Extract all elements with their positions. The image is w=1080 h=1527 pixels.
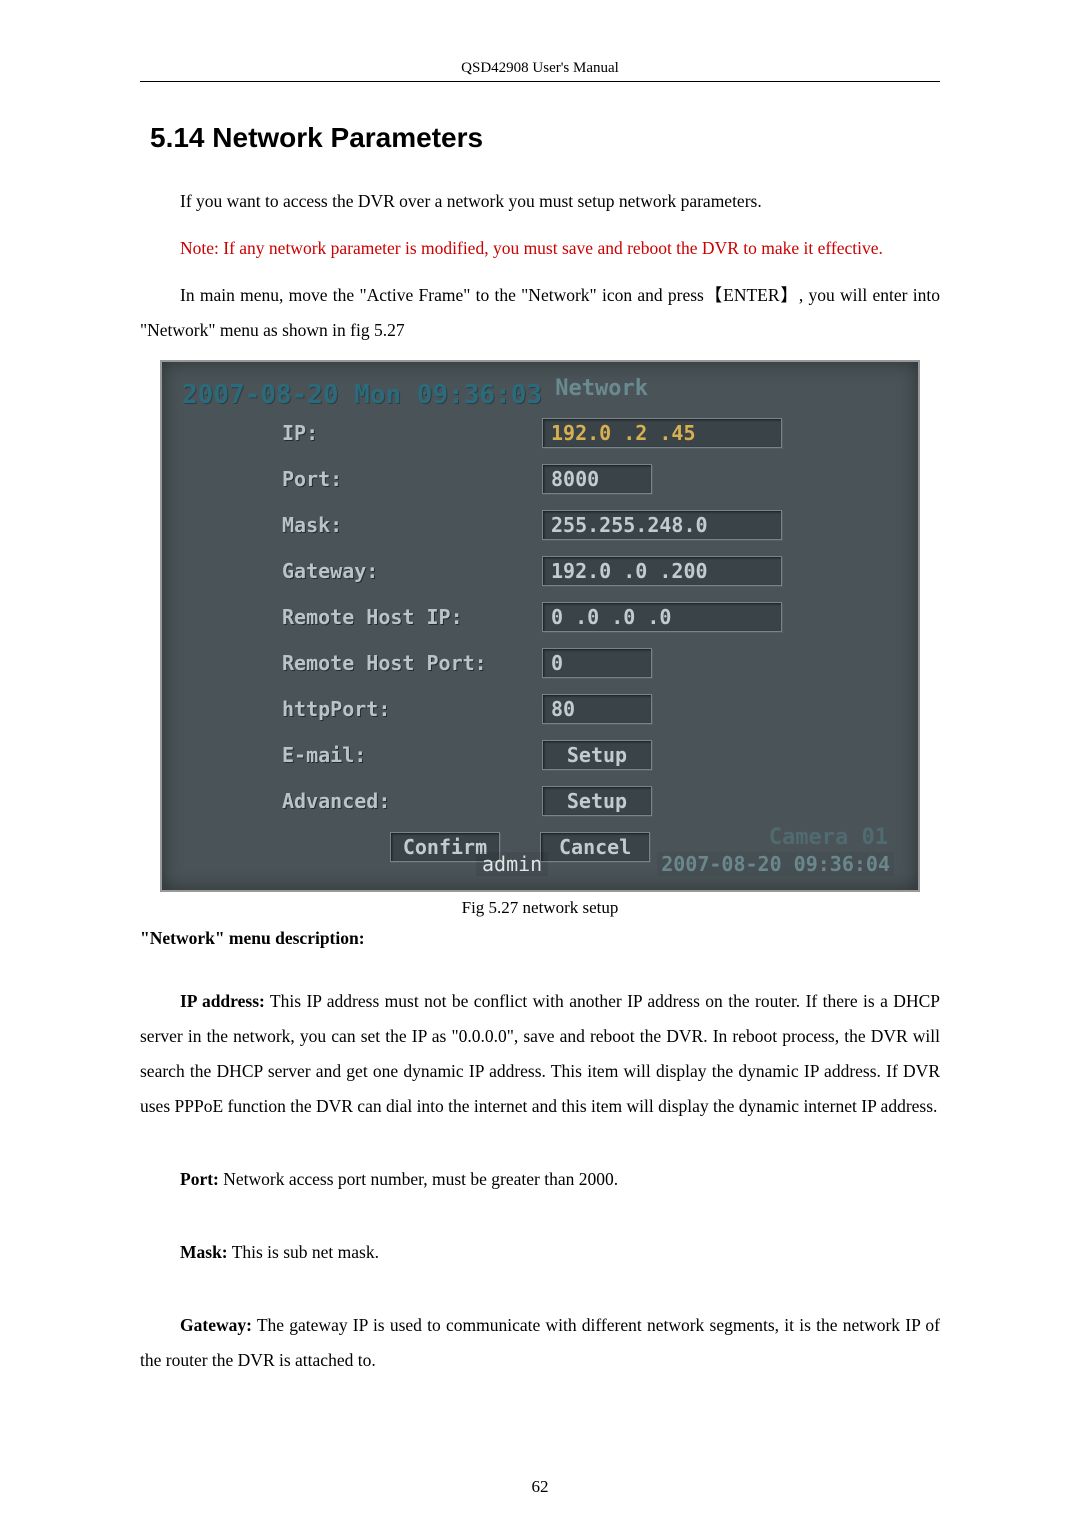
field-gateway[interactable]: 192.0 .0 .200 — [542, 556, 782, 586]
screenshot-timestamp-bottom: 2007-08-20 09:36:04 — [657, 852, 894, 876]
ip-address-bold: IP address: — [180, 991, 265, 1011]
gateway-paragraph: Gateway: The gateway IP is used to commu… — [140, 1308, 940, 1378]
label-mask: Mask: — [282, 513, 542, 537]
intro-paragraph: If you want to access the DVR over a net… — [140, 184, 940, 219]
screenshot-title-network: Network — [555, 376, 648, 401]
port-paragraph: Port: Network access port number, must b… — [140, 1162, 940, 1197]
mask-bold: Mask: — [180, 1242, 228, 1262]
port-bold: Port: — [180, 1169, 219, 1189]
note-paragraph: Note: If any network parameter is modifi… — [140, 231, 940, 266]
section-title: 5.14 Network Parameters — [150, 122, 940, 154]
gateway-desc: The gateway IP is used to communicate wi… — [140, 1315, 940, 1370]
page-number: 62 — [0, 1477, 1080, 1497]
gateway-bold: Gateway: — [180, 1315, 252, 1335]
figure-caption: Fig 5.27 network setup — [140, 898, 940, 918]
field-httpport[interactable]: 80 — [542, 694, 652, 724]
label-httpport: httpPort: — [282, 697, 542, 721]
field-remotehostport[interactable]: 0 — [542, 648, 652, 678]
label-advanced: Advanced: — [282, 789, 542, 813]
label-remotehostip: Remote Host IP: — [282, 605, 542, 629]
field-ip[interactable]: 192.0 .2 .45 — [542, 418, 782, 448]
screenshot-admin: admin — [476, 852, 548, 876]
menu-description-heading: "Network" menu description: — [140, 928, 940, 949]
button-advanced-setup[interactable]: Setup — [542, 786, 652, 816]
label-port: Port: — [282, 467, 542, 491]
label-ip: IP: — [282, 421, 542, 445]
screenshot-timestamp-top: 2007-08-20 Mon 09:36:03 — [182, 380, 898, 410]
page-header: QSD42908 User's Manual — [140, 60, 940, 82]
mask-paragraph: Mask: This is sub net mask. — [140, 1235, 940, 1270]
mask-desc: This is sub net mask. — [228, 1242, 379, 1262]
field-mask[interactable]: 255.255.248.0 — [542, 510, 782, 540]
label-remotehostport: Remote Host Port: — [282, 651, 542, 675]
label-email: E-mail: — [282, 743, 542, 767]
button-email-setup[interactable]: Setup — [542, 740, 652, 770]
mainmenu-paragraph: In main menu, move the "Active Frame" to… — [140, 278, 940, 348]
screenshot-camera-label: Camera 01 — [769, 825, 888, 850]
field-port[interactable]: 8000 — [542, 464, 652, 494]
ip-address-paragraph: IP address: This IP address must not be … — [140, 984, 940, 1124]
field-remotehostip[interactable]: 0 .0 .0 .0 — [542, 602, 782, 632]
port-desc: Network access port number, must be grea… — [219, 1169, 618, 1189]
network-screenshot: 2007-08-20 Mon 09:36:03 Network IP: 192.… — [160, 360, 920, 892]
label-gateway: Gateway: — [282, 559, 542, 583]
button-cancel[interactable]: Cancel — [540, 832, 650, 862]
mainmenu-text-a: In main menu, move the "Active Frame" to… — [180, 285, 704, 305]
enter-key: 【ENTER】 — [704, 285, 799, 305]
